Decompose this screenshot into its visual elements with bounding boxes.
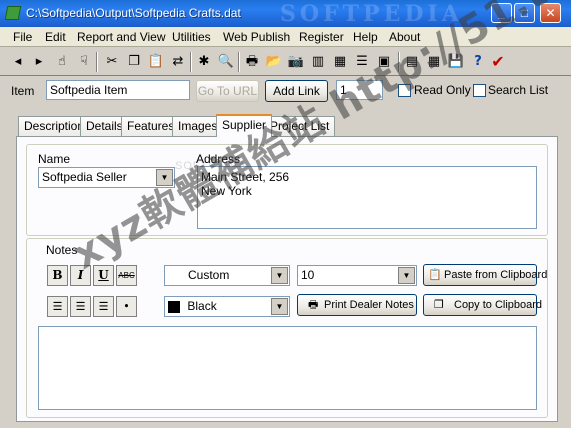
menu-edit[interactable]: Edit [45, 30, 66, 44]
toolbar-separator [96, 52, 98, 72]
copy-to-clipboard-label: Copy to Clipboard [454, 299, 543, 311]
name-select-value: Softpedia Seller [42, 170, 127, 184]
menu-file[interactable]: File [13, 30, 32, 44]
brand-watermark: SOFTPEDIA [280, 1, 463, 27]
print-dealer-notes-button[interactable]: 🖶 Print Dealer Notes [297, 294, 417, 316]
font-select-value: Custom [188, 268, 230, 282]
tools-icon[interactable]: ✱ [194, 52, 214, 72]
item-input[interactable]: Softpedia Item [46, 80, 190, 100]
close-button[interactable]: ✕ [540, 3, 561, 23]
add-link-button[interactable]: Add Link [265, 80, 328, 102]
menu-report-and-view[interactable]: Report and View [77, 30, 166, 44]
paste-from-clipboard-label: Paste from Clipboard [444, 269, 548, 281]
window-title: C:\Softpedia\Output\Softpedia Crafts.dat [26, 6, 241, 20]
read-only-checkbox[interactable] [398, 84, 411, 97]
color-swatch [168, 300, 180, 313]
align-center-icon[interactable]: ☰ [70, 296, 91, 317]
print-dealer-notes-label: Print Dealer Notes [324, 299, 414, 311]
calculator-icon[interactable]: ▤ [402, 52, 422, 72]
search-list-checkbox[interactable] [473, 84, 486, 97]
minimize-button[interactable]: _ [491, 3, 512, 23]
save-icon[interactable]: 💾 [446, 52, 466, 72]
list-icon[interactable]: ☰ [352, 52, 372, 72]
name-select[interactable]: Softpedia Seller ▼ [38, 167, 175, 188]
tab-supplier[interactable]: Supplier [216, 114, 273, 137]
chevron-down-icon[interactable]: ▼ [398, 267, 415, 284]
paste-icon[interactable]: 📋 [146, 52, 166, 72]
font-select[interactable]: Custom ▼ [164, 265, 290, 286]
camera-icon[interactable]: 📷 [286, 52, 306, 72]
bullet-list-icon[interactable]: • [116, 296, 137, 317]
item-label: Item [11, 84, 35, 98]
print-icon[interactable]: 🖶 [242, 52, 262, 72]
cut-icon[interactable]: ✂ [102, 52, 122, 72]
paste-from-clipboard-button[interactable]: 📋 Paste from Clipboard [423, 264, 547, 286]
item-number-input[interactable]: 1 [336, 80, 383, 100]
copy-page-icon: ❐ [434, 299, 444, 311]
hand-down-icon[interactable]: ☟ [74, 52, 94, 72]
menu-utilities[interactable]: Utilities [172, 30, 211, 44]
size-select-value: 10 [301, 268, 315, 282]
app-icon [4, 6, 22, 20]
maximize-button[interactable]: □ [514, 3, 535, 23]
address-line-1: Main Street, 256 [201, 170, 290, 184]
underline-button[interactable]: U [93, 265, 114, 286]
toolbar-separator [190, 52, 192, 72]
calendar-icon[interactable]: ▦ [424, 52, 444, 72]
strikethrough-button[interactable]: ABC [116, 265, 137, 286]
menu-bar: File Edit Report and View Utilities Web … [0, 27, 571, 47]
notes-textarea[interactable] [38, 326, 537, 410]
align-left-icon[interactable]: ☰ [47, 296, 68, 317]
open-icon[interactable]: 📂 [264, 52, 284, 72]
address-textarea[interactable]: Main Street, 256 New York [197, 166, 537, 229]
name-label: Name [38, 152, 71, 166]
read-only-label: Read Only [414, 83, 471, 97]
toolbar-separator [398, 52, 400, 72]
menu-about[interactable]: About [389, 30, 420, 44]
toolbar: ◂ ▸ ☝ ☟ ✂ ❐ 📋 ⇄ ✱ 🔍 🖶 📂 📷 ▥ ▦ ☰ ▣ ▤ ▦ 💾 … [0, 48, 571, 76]
notes-label: Notes [46, 243, 78, 257]
help-icon[interactable]: ? [468, 52, 488, 72]
printer-icon: 🖶 [308, 299, 319, 311]
copy-to-clipboard-button[interactable]: ❐ Copy to Clipboard [423, 294, 542, 316]
toolbar-separator [238, 52, 240, 72]
color-select-value: Black [187, 299, 217, 313]
address-label: Address [196, 152, 241, 166]
chevron-down-icon[interactable]: ▼ [271, 267, 288, 284]
arrow-left-icon[interactable]: ◂ [8, 52, 28, 72]
hand-up-icon[interactable]: ☝ [52, 52, 72, 72]
table-icon[interactable]: ▦ [330, 52, 350, 72]
menu-web-publish[interactable]: Web Publish [223, 30, 290, 44]
color-select[interactable]: Black ▼ [164, 296, 290, 317]
chevron-down-icon[interactable]: ▼ [271, 298, 288, 315]
copy-icon[interactable]: ❐ [124, 52, 144, 72]
swap-icon[interactable]: ⇄ [168, 52, 188, 72]
go-to-url-button[interactable]: Go To URL [196, 80, 259, 102]
menu-register[interactable]: Register [299, 30, 344, 44]
address-line-2: New York [201, 184, 252, 198]
image-icon[interactable]: ▣ [374, 52, 394, 72]
italic-button[interactable]: I [70, 265, 91, 286]
tab-project-list[interactable]: Project List [264, 116, 336, 136]
search-list-label: Search List [488, 83, 549, 97]
title-bar[interactable]: C:\Softpedia\Output\Softpedia Crafts.dat… [0, 0, 571, 27]
size-select[interactable]: 10 ▼ [297, 265, 417, 286]
check-icon[interactable]: ✔ [488, 52, 508, 72]
bold-button[interactable]: B [47, 265, 68, 286]
clipboard-icon: 📋 [428, 269, 442, 281]
chevron-down-icon[interactable]: ▼ [156, 169, 173, 186]
chart-icon[interactable]: ▥ [308, 52, 328, 72]
find-icon[interactable]: 🔍 [216, 52, 236, 72]
align-right-icon[interactable]: ☰ [93, 296, 114, 317]
menu-help[interactable]: Help [353, 30, 378, 44]
arrow-right-icon[interactable]: ▸ [29, 52, 49, 72]
